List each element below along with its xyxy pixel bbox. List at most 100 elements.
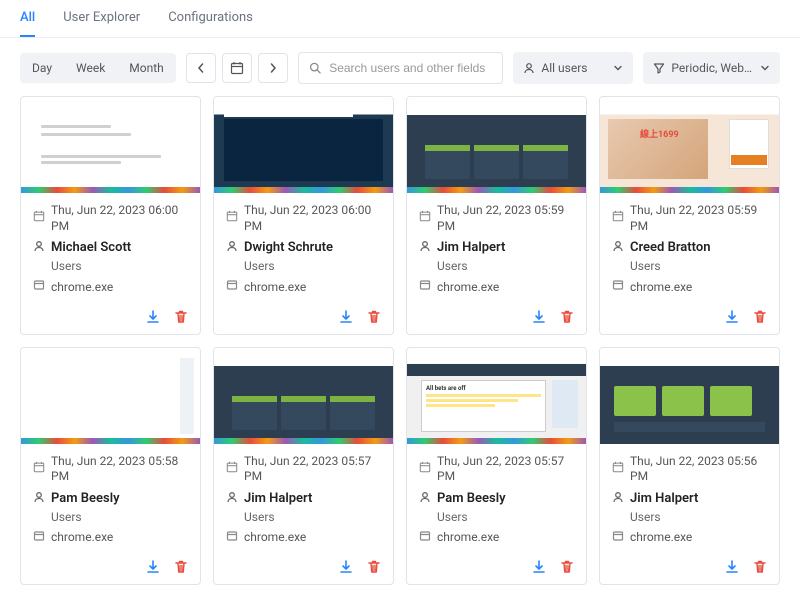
username: Pam Beesly: [51, 491, 120, 508]
download-button[interactable]: [530, 308, 548, 326]
screenshot-card[interactable]: Thu, Jun 22, 2023 06:00 PM Michael Scott…: [20, 96, 201, 335]
chevron-down-icon: [613, 63, 623, 73]
app-row: chrome.exe: [33, 530, 188, 547]
user-icon: [226, 240, 238, 257]
app-name: chrome.exe: [51, 530, 113, 546]
app-name: chrome.exe: [244, 280, 306, 296]
app-icon: [419, 279, 431, 296]
prev-button[interactable]: [186, 53, 216, 83]
download-button[interactable]: [723, 308, 741, 326]
timestamp: Thu, Jun 22, 2023 06:00 PM: [244, 203, 381, 234]
user-group: Users: [437, 259, 574, 273]
user-row: Michael Scott: [33, 240, 188, 257]
filter-icon: [653, 62, 665, 74]
screenshot-card[interactable]: 線上1699 Thu, Jun 22, 2023 05:59 PM Creed …: [599, 96, 780, 335]
username: Michael Scott: [51, 240, 131, 257]
username: Jim Halpert: [244, 491, 312, 508]
calendar-icon: [612, 210, 624, 227]
timestamp-row: Thu, Jun 22, 2023 05:59 PM: [419, 203, 574, 234]
download-button[interactable]: [144, 308, 162, 326]
user-icon: [419, 491, 431, 508]
user-icon: [523, 62, 535, 74]
screenshot-card[interactable]: Thu, Jun 22, 2023 05:59 PM Jim Halpert U…: [406, 96, 587, 335]
user-row: Jim Halpert: [226, 491, 381, 508]
date-nav-group: [186, 53, 288, 83]
screenshot-card[interactable]: Thu, Jun 22, 2023 06:00 PM Dwight Schrut…: [213, 96, 394, 335]
time-day-button[interactable]: Day: [20, 53, 64, 83]
user-group: Users: [51, 510, 188, 524]
user-group: Users: [630, 259, 767, 273]
tab-bar: All User Explorer Configurations: [0, 0, 800, 38]
time-month-button[interactable]: Month: [117, 53, 175, 83]
delete-button[interactable]: [751, 558, 769, 576]
download-button[interactable]: [723, 558, 741, 576]
app-name: chrome.exe: [630, 280, 692, 296]
calendar-icon: [612, 461, 624, 478]
app-name: chrome.exe: [630, 530, 692, 546]
delete-button[interactable]: [751, 308, 769, 326]
calendar-icon: [226, 210, 238, 227]
search-box[interactable]: [298, 52, 504, 84]
timestamp-row: Thu, Jun 22, 2023 06:00 PM: [33, 203, 188, 234]
download-button[interactable]: [337, 558, 355, 576]
username: Jim Halpert: [437, 240, 505, 257]
user-row: Dwight Schrute: [226, 240, 381, 257]
search-input[interactable]: [329, 61, 492, 75]
app-icon: [33, 530, 45, 547]
delete-button[interactable]: [172, 558, 190, 576]
download-button[interactable]: [337, 308, 355, 326]
delete-button[interactable]: [172, 308, 190, 326]
app-name: chrome.exe: [51, 280, 113, 296]
tab-all[interactable]: All: [20, 10, 35, 37]
app-icon: [612, 530, 624, 547]
user-icon: [612, 240, 624, 257]
timestamp-row: Thu, Jun 22, 2023 05:56 PM: [612, 454, 767, 485]
user-group: Users: [51, 259, 188, 273]
download-button[interactable]: [144, 558, 162, 576]
screenshot-card[interactable]: Thu, Jun 22, 2023 05:56 PM Jim Halpert U…: [599, 347, 780, 586]
chevron-right-icon: [268, 63, 278, 73]
user-icon: [33, 240, 45, 257]
time-range-group: Day Week Month: [20, 53, 176, 83]
next-button[interactable]: [258, 53, 288, 83]
user-icon: [33, 491, 45, 508]
user-row: Jim Halpert: [612, 491, 767, 508]
screenshot-card[interactable]: Thu, Jun 22, 2023 05:58 PM Pam Beesly Us…: [20, 347, 201, 586]
app-row: chrome.exe: [612, 530, 767, 547]
username: Dwight Schrute: [244, 240, 333, 257]
calendar-icon: [33, 461, 45, 478]
tab-configurations[interactable]: Configurations: [168, 10, 253, 37]
user-icon: [419, 240, 431, 257]
app-row: chrome.exe: [612, 279, 767, 296]
app-icon: [226, 530, 238, 547]
app-row: chrome.exe: [419, 279, 574, 296]
delete-button[interactable]: [558, 558, 576, 576]
timestamp-row: Thu, Jun 22, 2023 05:57 PM: [226, 454, 381, 485]
type-filter-dropdown[interactable]: Periodic, Web…: [643, 52, 780, 84]
timestamp: Thu, Jun 22, 2023 05:57 PM: [437, 454, 574, 485]
screenshot-grid: Thu, Jun 22, 2023 06:00 PM Michael Scott…: [0, 96, 800, 605]
screenshot-card[interactable]: All bets are off Thu, Jun 22, 2023 05:57…: [406, 347, 587, 586]
app-icon: [33, 279, 45, 296]
timestamp-row: Thu, Jun 22, 2023 05:59 PM: [612, 203, 767, 234]
user-filter-dropdown[interactable]: All users: [513, 52, 633, 84]
app-row: chrome.exe: [226, 530, 381, 547]
user-row: Jim Halpert: [419, 240, 574, 257]
calendar-button[interactable]: [222, 53, 252, 83]
username: Jim Halpert: [630, 491, 698, 508]
timestamp-row: Thu, Jun 22, 2023 06:00 PM: [226, 203, 381, 234]
app-row: chrome.exe: [33, 279, 188, 296]
app-icon: [226, 279, 238, 296]
delete-button[interactable]: [365, 308, 383, 326]
app-row: chrome.exe: [226, 279, 381, 296]
delete-button[interactable]: [558, 308, 576, 326]
app-name: chrome.exe: [437, 530, 499, 546]
download-button[interactable]: [530, 558, 548, 576]
timestamp: Thu, Jun 22, 2023 05:58 PM: [51, 454, 188, 485]
screenshot-card[interactable]: Thu, Jun 22, 2023 05:57 PM Jim Halpert U…: [213, 347, 394, 586]
tab-user-explorer[interactable]: User Explorer: [63, 10, 140, 37]
time-week-button[interactable]: Week: [64, 53, 117, 83]
delete-button[interactable]: [365, 558, 383, 576]
timestamp: Thu, Jun 22, 2023 06:00 PM: [51, 203, 188, 234]
user-icon: [612, 491, 624, 508]
